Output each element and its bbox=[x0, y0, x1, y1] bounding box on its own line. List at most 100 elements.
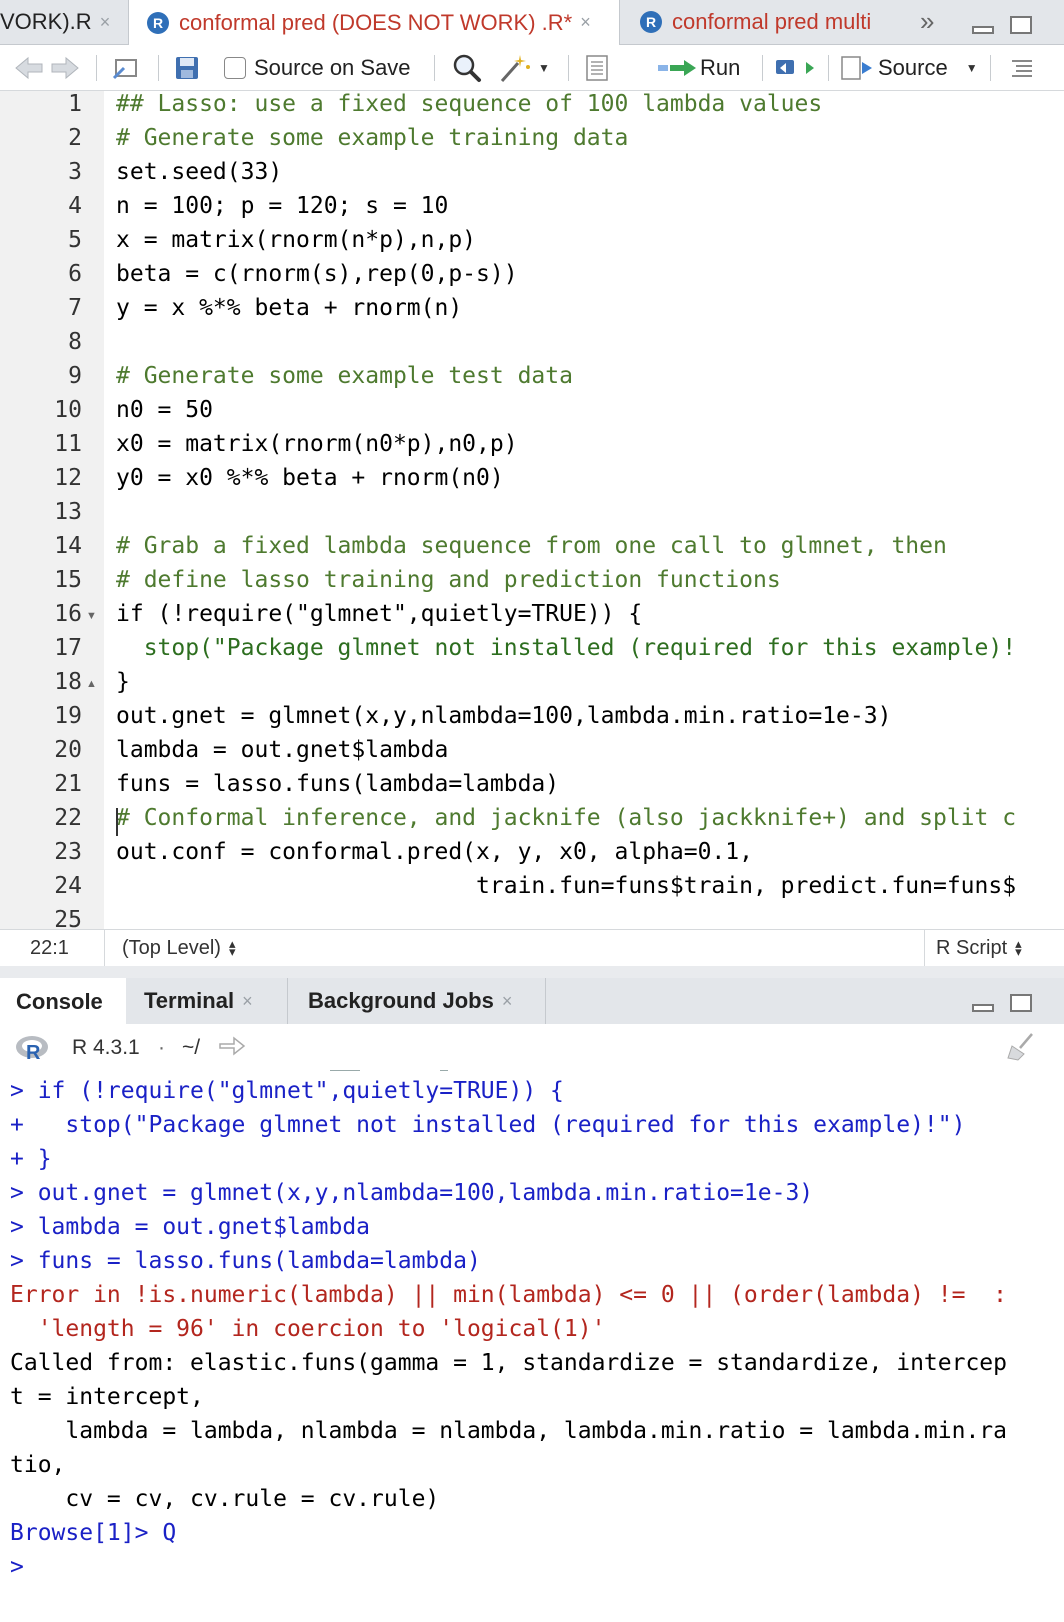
console-line: Called from: elastic.funs(gamma = 1, sta… bbox=[10, 1350, 1007, 1376]
tab-terminal[interactable]: Terminal × bbox=[128, 978, 288, 1024]
line-number: 13 bbox=[54, 499, 82, 525]
close-icon[interactable]: × bbox=[242, 991, 253, 1012]
scope-selector[interactable]: (Top Level) ▴ ▾ bbox=[122, 930, 235, 966]
console-header: R R 4.3.1 · ~/ bbox=[0, 1024, 1064, 1070]
scope-label: (Top Level) bbox=[122, 936, 221, 959]
tab-overflow-icon[interactable]: » bbox=[920, 6, 934, 37]
code-line: ## Lasso: use a fixed sequence of 100 la… bbox=[116, 91, 823, 117]
tab-background-jobs[interactable]: Background Jobs × bbox=[292, 978, 546, 1024]
minimize-icon[interactable] bbox=[972, 1004, 994, 1012]
tab-conformal-pred-multi[interactable]: R conformal pred multi bbox=[640, 0, 920, 44]
code-editor[interactable]: 1 2 3 4 5 6 7 8 9 10 11 12 13 14 15 16 1… bbox=[0, 91, 1064, 929]
show-in-window-icon[interactable] bbox=[112, 45, 140, 90]
line-number: 12 bbox=[54, 465, 82, 491]
source-tab-bar: VORK).R × R conformal pred (DOES NOT WOR… bbox=[0, 0, 1064, 45]
updown-icon: ▴ ▾ bbox=[228, 936, 236, 959]
r-version: R 4.3.1 bbox=[72, 1036, 140, 1059]
line-number: 7 bbox=[68, 295, 82, 321]
code-tools-icon[interactable]: ▼ bbox=[498, 45, 550, 90]
updown-icon: ▴ ▾ bbox=[1015, 936, 1022, 959]
console-line: > funs = lasso.funs(lambda=lambda) bbox=[10, 1248, 481, 1274]
code-line: if (!require("glmnet",quietly=TRUE)) { bbox=[116, 601, 643, 627]
console-line: + stop("Package glmnet not installed (re… bbox=[10, 1112, 966, 1138]
code-line: x0 = matrix(rnorm(n0*p),n0,p) bbox=[116, 431, 518, 457]
line-number: 19 bbox=[54, 703, 82, 729]
outline-icon[interactable] bbox=[1010, 45, 1034, 90]
line-number: 8 bbox=[68, 329, 82, 355]
search-icon[interactable] bbox=[452, 45, 482, 90]
maximize-icon[interactable] bbox=[1010, 16, 1032, 34]
line-number: 20 bbox=[54, 737, 82, 763]
run-button[interactable]: Run bbox=[658, 45, 740, 90]
code-line: y = x %*% beta + rnorm(n) bbox=[116, 295, 463, 321]
cursor-position: 22:1 bbox=[30, 936, 69, 959]
tab-console[interactable]: Console bbox=[0, 978, 126, 1025]
r-file-icon: R bbox=[147, 11, 169, 34]
code-line: set.seed(33) bbox=[116, 159, 283, 185]
code-line: # Generate some example training data bbox=[116, 125, 629, 151]
line-number: 14 bbox=[54, 533, 82, 559]
console-line: tio, bbox=[10, 1452, 66, 1478]
line-number: 16 bbox=[54, 601, 82, 627]
console-prompt[interactable]: > bbox=[10, 1554, 24, 1580]
console-output[interactable]: > if (!require("glmnet",quietly=TRUE)) {… bbox=[0, 1070, 1064, 1622]
close-icon[interactable]: × bbox=[502, 991, 513, 1012]
pane-splitter[interactable] bbox=[0, 966, 1064, 978]
line-number: 23 bbox=[54, 839, 82, 865]
tab-label: VORK).R bbox=[0, 9, 92, 34]
rerun-icon[interactable] bbox=[774, 45, 816, 90]
line-number: 5 bbox=[68, 227, 82, 253]
code-line: # Grab a fixed lambda sequence from one … bbox=[116, 533, 947, 559]
back-forward-icon[interactable] bbox=[14, 45, 80, 90]
close-icon[interactable]: × bbox=[100, 12, 111, 33]
editor-toolbar: Source on Save ▼ Run Source ▼ bbox=[0, 45, 1064, 91]
line-number: 17 bbox=[54, 635, 82, 661]
r-logo-icon: R bbox=[14, 1034, 50, 1068]
editor-status-bar: 22:1 (Top Level) ▴ ▾ R Script ▴ ▾ bbox=[0, 929, 1064, 967]
code-line: # define lasso training and prediction f… bbox=[116, 567, 781, 593]
working-directory: ~/ bbox=[182, 1036, 201, 1059]
console-line: lambda = lambda, nlambda = nlambda, lamb… bbox=[10, 1418, 1007, 1444]
minimize-icon[interactable] bbox=[972, 26, 994, 34]
maximize-icon[interactable] bbox=[1010, 994, 1032, 1012]
tab-label: Terminal bbox=[144, 988, 235, 1013]
tab-conformal-pred[interactable]: R conformal pred (DOES NOT WORK) .R* × bbox=[128, 0, 620, 45]
tab-label: conformal pred (DOES NOT WORK) .R* bbox=[179, 9, 573, 35]
console-line: + } bbox=[10, 1146, 52, 1172]
code-line: } bbox=[116, 669, 130, 695]
source-on-save-checkbox[interactable]: Source on Save bbox=[224, 45, 411, 90]
line-number: 10 bbox=[54, 397, 82, 423]
clipped-line-fragment bbox=[330, 1070, 450, 1072]
fold-toggle-icon[interactable]: ▲ bbox=[86, 678, 97, 690]
fold-toggle-icon[interactable]: ▼ bbox=[86, 610, 97, 622]
separator-dot: · bbox=[158, 1036, 165, 1059]
console-line: > out.gnet = glmnet(x,y,nlambda=100,lamb… bbox=[10, 1180, 814, 1206]
line-number: 9 bbox=[68, 363, 82, 389]
console-line: > lambda = out.gnet$lambda bbox=[10, 1214, 371, 1240]
compile-report-icon[interactable] bbox=[584, 45, 610, 90]
code-line: n = 100; p = 120; s = 10 bbox=[116, 193, 449, 219]
save-icon[interactable] bbox=[174, 45, 200, 90]
run-label: Run bbox=[700, 54, 741, 80]
code-line: # Conformal inference, and jacknife (als… bbox=[116, 805, 1017, 831]
checkbox-box[interactable] bbox=[224, 56, 246, 79]
chevron-down-icon[interactable]: ▼ bbox=[966, 61, 978, 75]
console-tab-bar: Console Terminal × Background Jobs × bbox=[0, 978, 1064, 1025]
code-line: train.fun=funs$train, predict.fun=funs$ bbox=[116, 873, 1017, 899]
source-button[interactable]: Source ▼ bbox=[840, 45, 978, 90]
code-line: n0 = 50 bbox=[116, 397, 213, 423]
divider bbox=[924, 930, 925, 966]
line-number: 18 bbox=[54, 669, 82, 695]
line-number: 6 bbox=[68, 261, 82, 287]
code-line: out.conf = conformal.pred(x, y, x0, alph… bbox=[116, 839, 753, 865]
line-number: 4 bbox=[68, 193, 82, 219]
clear-console-icon[interactable] bbox=[1004, 1032, 1036, 1068]
svg-text:R: R bbox=[26, 1042, 41, 1062]
close-icon[interactable]: × bbox=[580, 12, 591, 33]
file-type-selector[interactable]: R Script ▴ ▾ bbox=[936, 930, 1022, 966]
tab-previous-file[interactable]: VORK).R × bbox=[0, 0, 128, 44]
code-line: lambda = out.gnet$lambda bbox=[116, 737, 449, 763]
go-to-directory-icon[interactable] bbox=[218, 1034, 246, 1064]
console-error-line: 'length = 96' in coercion to 'logical(1)… bbox=[10, 1316, 606, 1342]
line-number: 21 bbox=[54, 771, 82, 797]
